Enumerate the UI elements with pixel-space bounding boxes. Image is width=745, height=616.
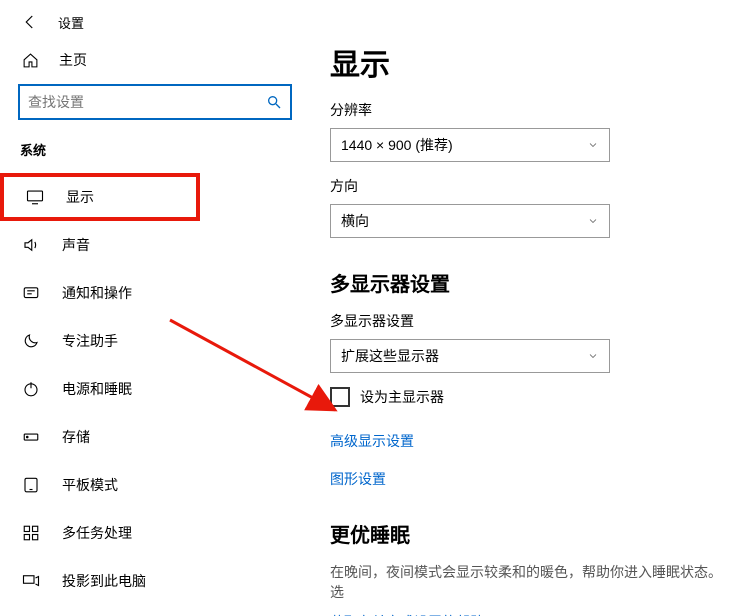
nav-label: 平板模式 (62, 475, 118, 495)
nav-notifications[interactable]: 通知和操作 (0, 269, 310, 317)
nav-label: 投影到此电脑 (62, 571, 146, 591)
topbar: 设置 (0, 0, 310, 40)
app-title: 设置 (58, 13, 84, 32)
orientation-label: 方向 (330, 176, 725, 196)
nav-label: 电源和睡眠 (62, 379, 132, 399)
nav-display[interactable]: 显示 (0, 173, 200, 221)
nav-label: 多任务处理 (62, 523, 132, 543)
multi-heading: 多显示器设置 (330, 268, 725, 297)
sleep-description: 在晚间，夜间模式会显示较柔和的暖色，帮助你进入睡眠状态。选 (330, 562, 725, 602)
main-display-checkbox-row[interactable]: 设为主显示器 (330, 387, 725, 407)
chevron-down-icon (587, 215, 599, 227)
main-content: 显示 分辨率 1440 × 900 (推荐) 方向 横向 多显示器设置 多显示器… (310, 0, 745, 616)
link-advanced-display[interactable]: 高级显示设置 (330, 431, 725, 451)
orientation-select[interactable]: 横向 (330, 204, 610, 238)
multitask-icon (22, 524, 40, 542)
nav-power[interactable]: 电源和睡眠 (0, 365, 310, 413)
multi-value: 扩展这些显示器 (341, 346, 439, 366)
checkbox-icon[interactable] (330, 387, 350, 407)
back-button[interactable] (18, 10, 42, 34)
monitor-icon (26, 188, 44, 206)
notification-icon (22, 284, 40, 302)
nav-label: 显示 (66, 187, 94, 207)
section-title: 系统 (0, 140, 310, 167)
home-icon (22, 52, 39, 69)
nav-label: 专注助手 (62, 331, 118, 351)
nav-tablet[interactable]: 平板模式 (0, 461, 310, 509)
sleep-heading: 更优睡眠 (330, 519, 725, 548)
home-nav[interactable]: 主页 (0, 40, 310, 84)
resolution-label: 分辨率 (330, 100, 725, 120)
nav-sound[interactable]: 声音 (0, 221, 310, 269)
checkbox-label: 设为主显示器 (360, 387, 444, 407)
multi-select[interactable]: 扩展这些显示器 (330, 339, 610, 373)
nav-label: 通知和操作 (62, 283, 132, 303)
tablet-icon (22, 476, 40, 494)
storage-icon (22, 428, 40, 446)
sound-icon (22, 236, 40, 254)
nav-multitask[interactable]: 多任务处理 (0, 509, 310, 557)
nav-list: 显示 声音 通知和操作 专注助手 电源和睡眠 存储 (0, 173, 310, 605)
arrow-left-icon (21, 13, 39, 31)
sidebar: 设置 主页 系统 显示 声音 通知和操作 (0, 0, 310, 616)
orientation-value: 横向 (341, 211, 369, 231)
nav-label: 声音 (62, 235, 90, 255)
search-box[interactable] (18, 84, 292, 120)
link-sleep-help[interactable]: 获取有关完成设置的帮助 (330, 612, 725, 616)
resolution-value: 1440 × 900 (推荐) (341, 135, 453, 155)
power-icon (22, 380, 40, 398)
project-icon (22, 572, 40, 590)
search-icon (266, 94, 282, 110)
multi-label: 多显示器设置 (330, 311, 725, 331)
search-input[interactable] (28, 94, 266, 110)
page-title: 显示 (330, 40, 725, 84)
moon-icon (22, 332, 40, 350)
link-graphics-settings[interactable]: 图形设置 (330, 469, 725, 489)
chevron-down-icon (587, 350, 599, 362)
home-label: 主页 (59, 50, 87, 70)
nav-project[interactable]: 投影到此电脑 (0, 557, 310, 605)
nav-label: 存储 (62, 427, 90, 447)
nav-focus[interactable]: 专注助手 (0, 317, 310, 365)
chevron-down-icon (587, 139, 599, 151)
resolution-select[interactable]: 1440 × 900 (推荐) (330, 128, 610, 162)
nav-storage[interactable]: 存储 (0, 413, 310, 461)
